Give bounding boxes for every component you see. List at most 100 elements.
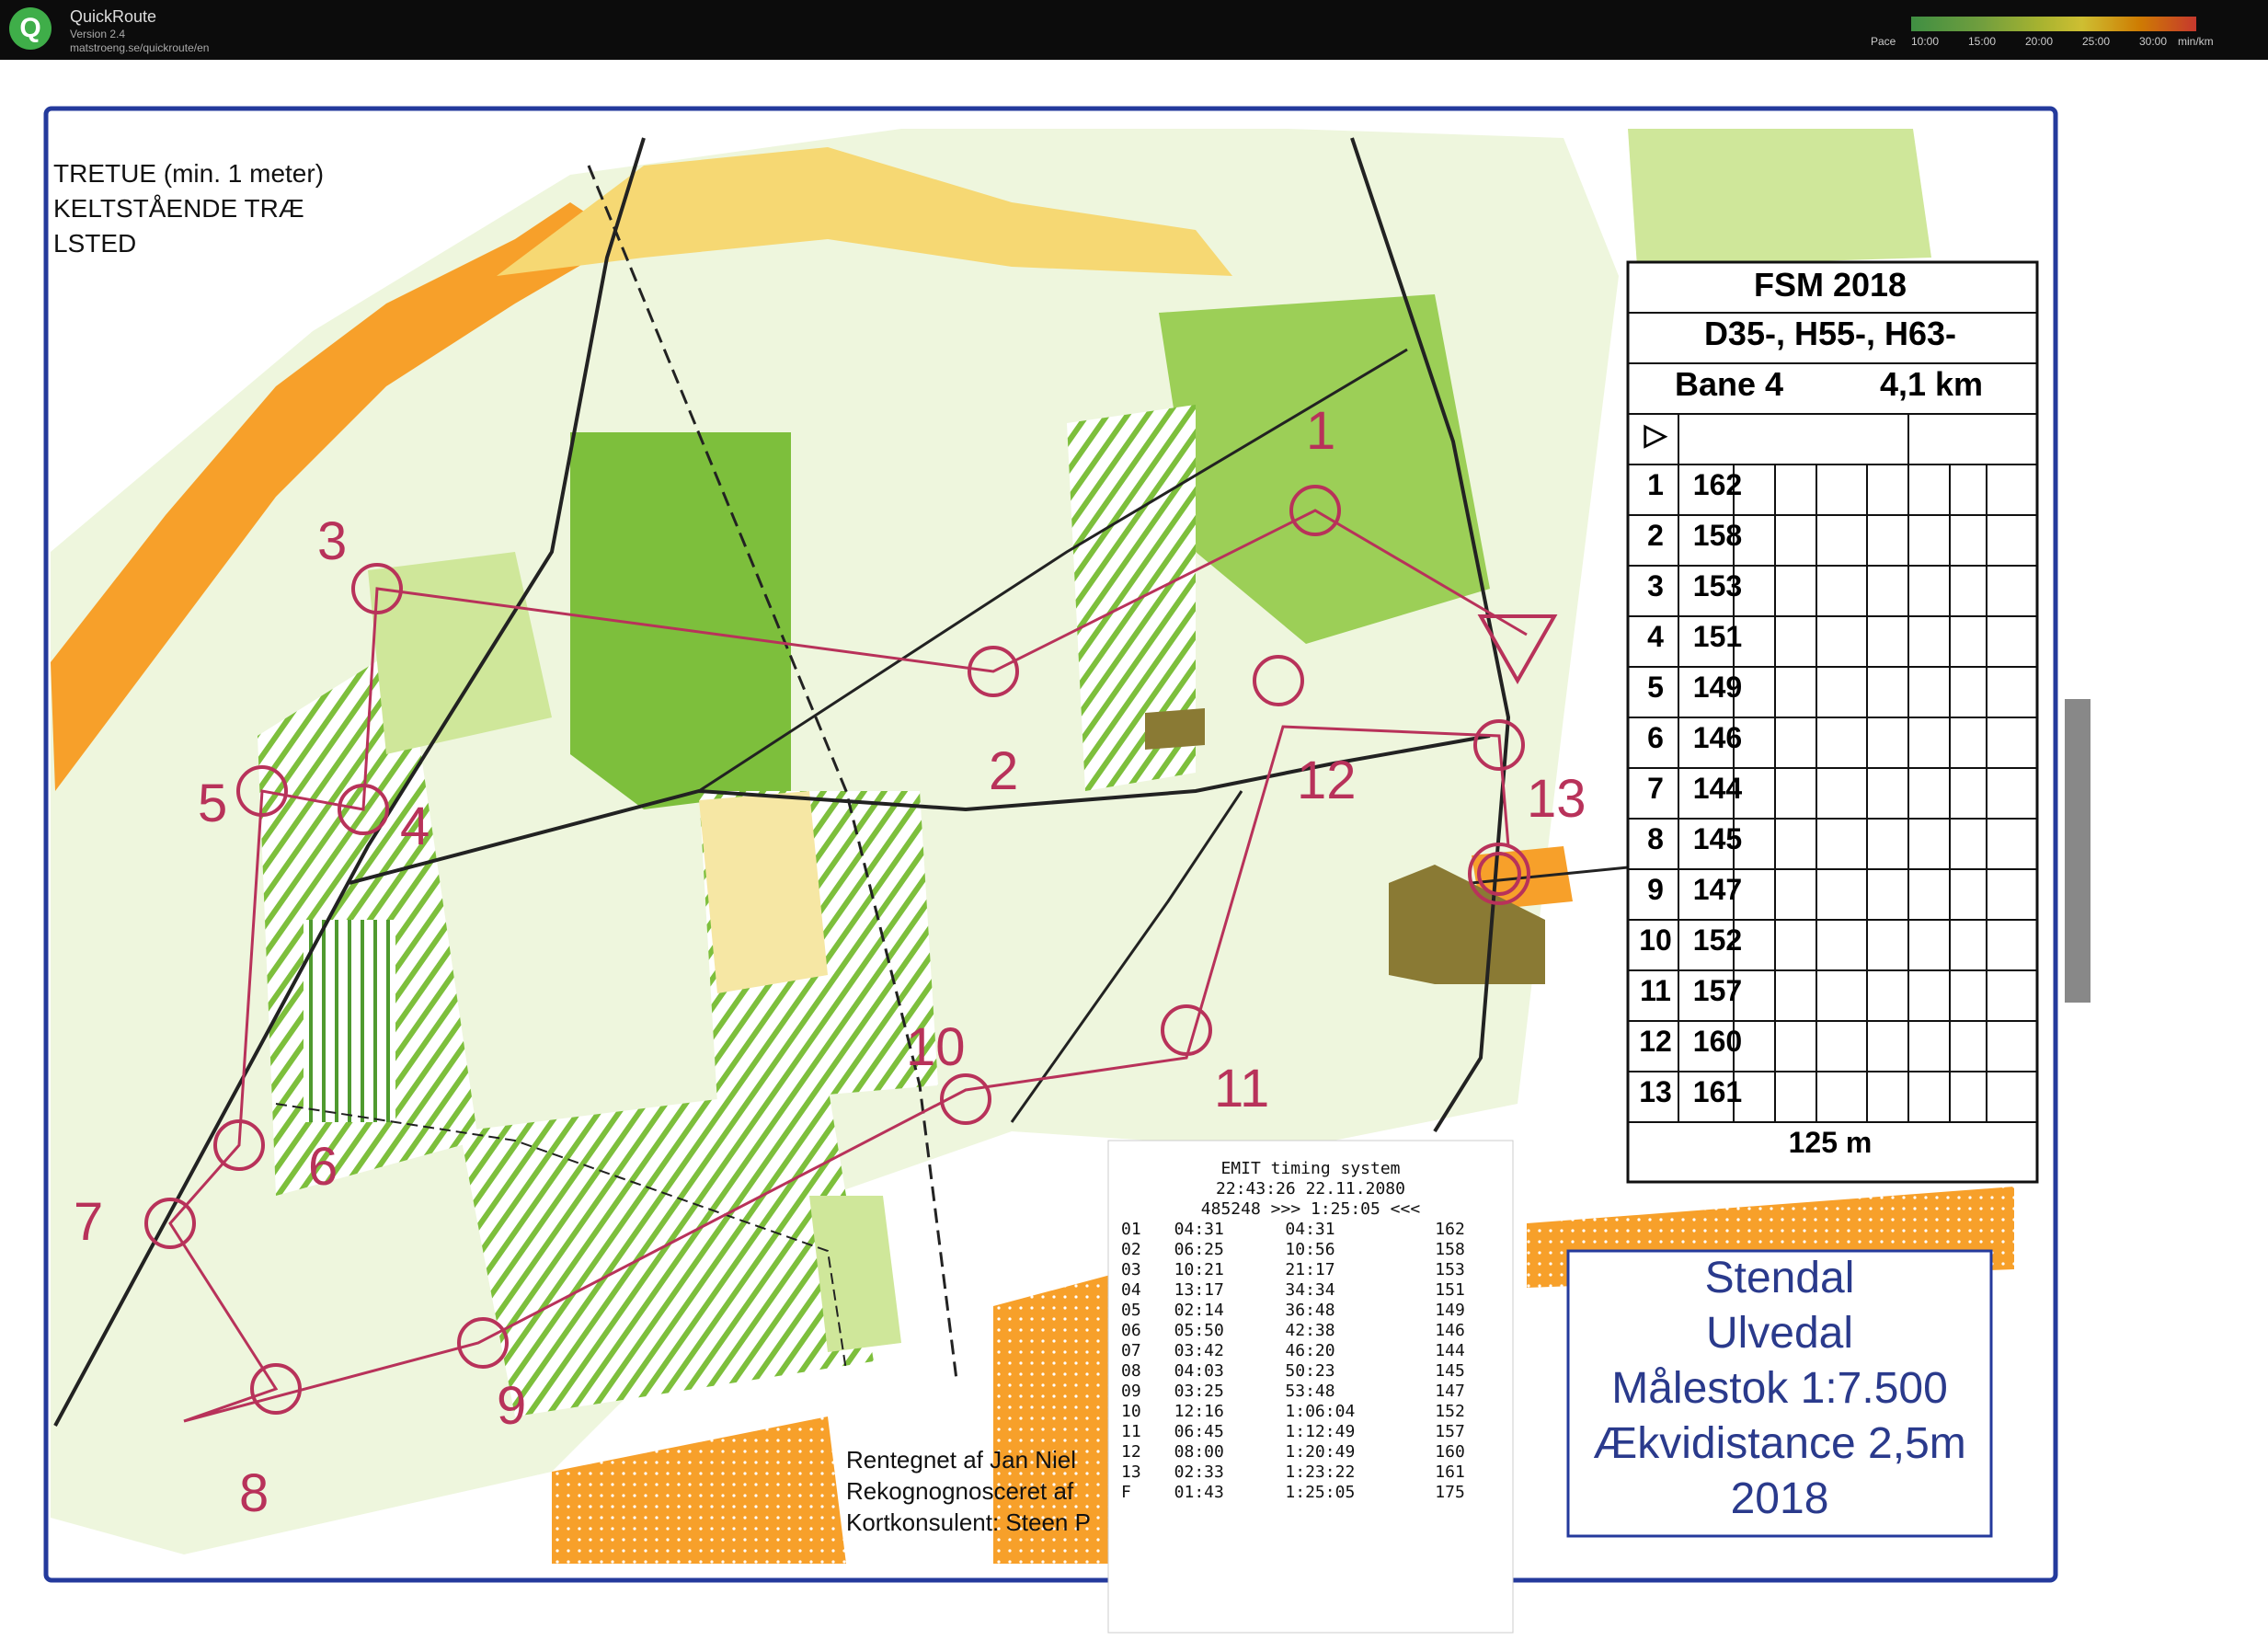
split-cell: 11 [1121,1422,1141,1441]
map-area-name: Stendal [1704,1254,1855,1302]
pace-tick: 10:00 [1911,35,1940,48]
split-cell: 157 [1435,1422,1465,1441]
legend-line: LSTED [53,229,137,258]
split-cell: 09 [1121,1382,1141,1401]
control-code: 145 [1692,822,1743,855]
split-row: 13 02:33 1:23:22 161 [1117,1462,1504,1483]
split-cell: 08 [1121,1361,1141,1381]
control-row: 13 161 [1628,1067,2033,1118]
map-area-name: Ulvedal [1705,1309,1854,1358]
control-seq: 3 [1647,569,1664,602]
control-seq: 7 [1647,772,1664,805]
control-number-11: 11 [1214,1059,1270,1118]
finish-distance: 125 m [1788,1126,1873,1159]
control-seq: 2 [1647,519,1664,552]
control-code: 152 [1692,923,1743,957]
control-number-4: 4 [400,797,430,856]
split-cell: 145 [1435,1361,1465,1381]
split-cell: 08:00 [1174,1442,1224,1462]
split-cell: 05 [1121,1301,1141,1320]
light-green-area [1628,129,1931,267]
control-seq: 12 [1639,1025,1672,1058]
course-header: Bane 4 4,1 km [1628,359,2033,409]
map-contour-interval: Ækvidistance 2,5m [1593,1419,1966,1468]
split-row: 09 03:25 53:48 147 [1117,1382,1504,1402]
control-code: 158 [1692,519,1743,552]
orienteering-map[interactable]: TRETUE (min. 1 meter) KELTSTÅENDE TRÆ LS… [0,60,2268,1640]
split-row: 05 02:14 36:48 149 [1117,1301,1504,1321]
split-cell: 50:23 [1285,1361,1335,1381]
control-seq: 11 [1640,974,1671,1007]
control-row: 6 146 [1628,713,2033,763]
control-row: 1 162 [1628,460,2033,510]
control-number-7: 7 [74,1192,104,1252]
control-number-9: 9 [497,1376,527,1436]
split-cell: 05:50 [1174,1321,1224,1340]
control-code: 146 [1692,721,1743,754]
split-cell: 1:20:49 [1285,1442,1356,1462]
control-description-card: FSM 2018 D35-, H55-, H63- Bane 4 4,1 km … [1628,262,2033,1168]
control-row: 12 160 [1628,1016,2033,1067]
emit-receipt: EMIT timing system 22:43:26 22.11.2080 4… [1108,1159,1513,1637]
pace-tick: 15:00 [1968,35,1997,48]
control-row: 8 145 [1628,814,2033,865]
control-number-5: 5 [198,774,228,833]
split-cell: 53:48 [1285,1382,1335,1401]
split-cell: 04 [1121,1280,1141,1300]
split-cell: 144 [1435,1341,1465,1360]
pace-ticks: 10:00 15:00 20:00 25:00 30:00 min/km [1911,35,2268,48]
control-number-2: 2 [989,741,1019,801]
split-row: 07 03:42 46:20 144 [1117,1341,1504,1361]
pace-label: Pace [1871,35,1896,48]
control-row: 9 147 [1628,865,2033,915]
control-code: 160 [1692,1025,1743,1058]
split-cell: 02 [1121,1240,1141,1259]
split-cell: 1:06:04 [1285,1402,1356,1421]
split-cell: 01 [1121,1220,1141,1239]
control-seq: 4 [1647,620,1664,653]
split-row: 11 06:45 1:12:49 157 [1117,1422,1504,1442]
split-row: 04 13:17 34:34 151 [1117,1280,1504,1301]
pace-unit: min/km [2178,35,2214,48]
control-row: 5 149 [1628,662,2033,713]
receipt-header: EMIT timing system [1220,1159,1401,1178]
control-row: 10 152 [1628,915,2033,966]
credit-line: Rekognognosceret af [846,1477,1074,1505]
split-cell: 1:23:22 [1285,1462,1356,1482]
control-seq: 10 [1639,923,1672,957]
control-seq: 8 [1647,822,1664,855]
split-row: F 01:43 1:25:05 175 [1117,1483,1504,1503]
split-row: 12 08:00 1:20:49 160 [1117,1442,1504,1462]
control-row: 3 153 [1628,561,2033,612]
split-cell: 13:17 [1174,1280,1224,1300]
split-row: 10 12:16 1:06:04 152 [1117,1402,1504,1422]
split-cell: 149 [1435,1301,1465,1320]
pace-tick: 25:00 [2082,35,2111,48]
control-seq: 9 [1647,873,1664,906]
control-code: 144 [1692,772,1743,805]
app-url[interactable]: matstroeng.se/quickroute/en [70,41,209,54]
split-cell: 07 [1121,1341,1141,1360]
legend-line: TRETUE (min. 1 meter) [53,159,325,188]
split-cell: 06:45 [1174,1422,1224,1441]
split-cell: 04:03 [1174,1361,1224,1381]
split-cell: 36:48 [1285,1301,1335,1320]
split-cell: 04:31 [1285,1220,1335,1239]
split-cell: 01:43 [1174,1483,1224,1502]
split-cell: 1:12:49 [1285,1422,1356,1441]
app-name: QuickRoute [70,7,157,26]
map-scale: Målestok 1:7.500 [1611,1364,1948,1413]
split-cell: 152 [1435,1402,1465,1421]
course-length: 4,1 km [1879,365,1984,403]
building [1145,708,1205,750]
pace-color-scale [1911,17,2196,31]
pace-tick: 30:00 [2139,35,2168,48]
split-cell: 34:34 [1285,1280,1335,1300]
app-version: Version 2.4 [70,28,126,40]
split-cell: 03:42 [1174,1341,1224,1360]
split-row: 03 10:21 21:17 153 [1117,1260,1504,1280]
map-info-box: Stendal Ulvedal Målestok 1:7.500 Ækvidis… [1568,1251,1991,1536]
open-area [699,791,828,993]
split-row: 01 04:31 04:31 162 [1117,1220,1504,1240]
split-cell: 10:21 [1174,1260,1224,1279]
